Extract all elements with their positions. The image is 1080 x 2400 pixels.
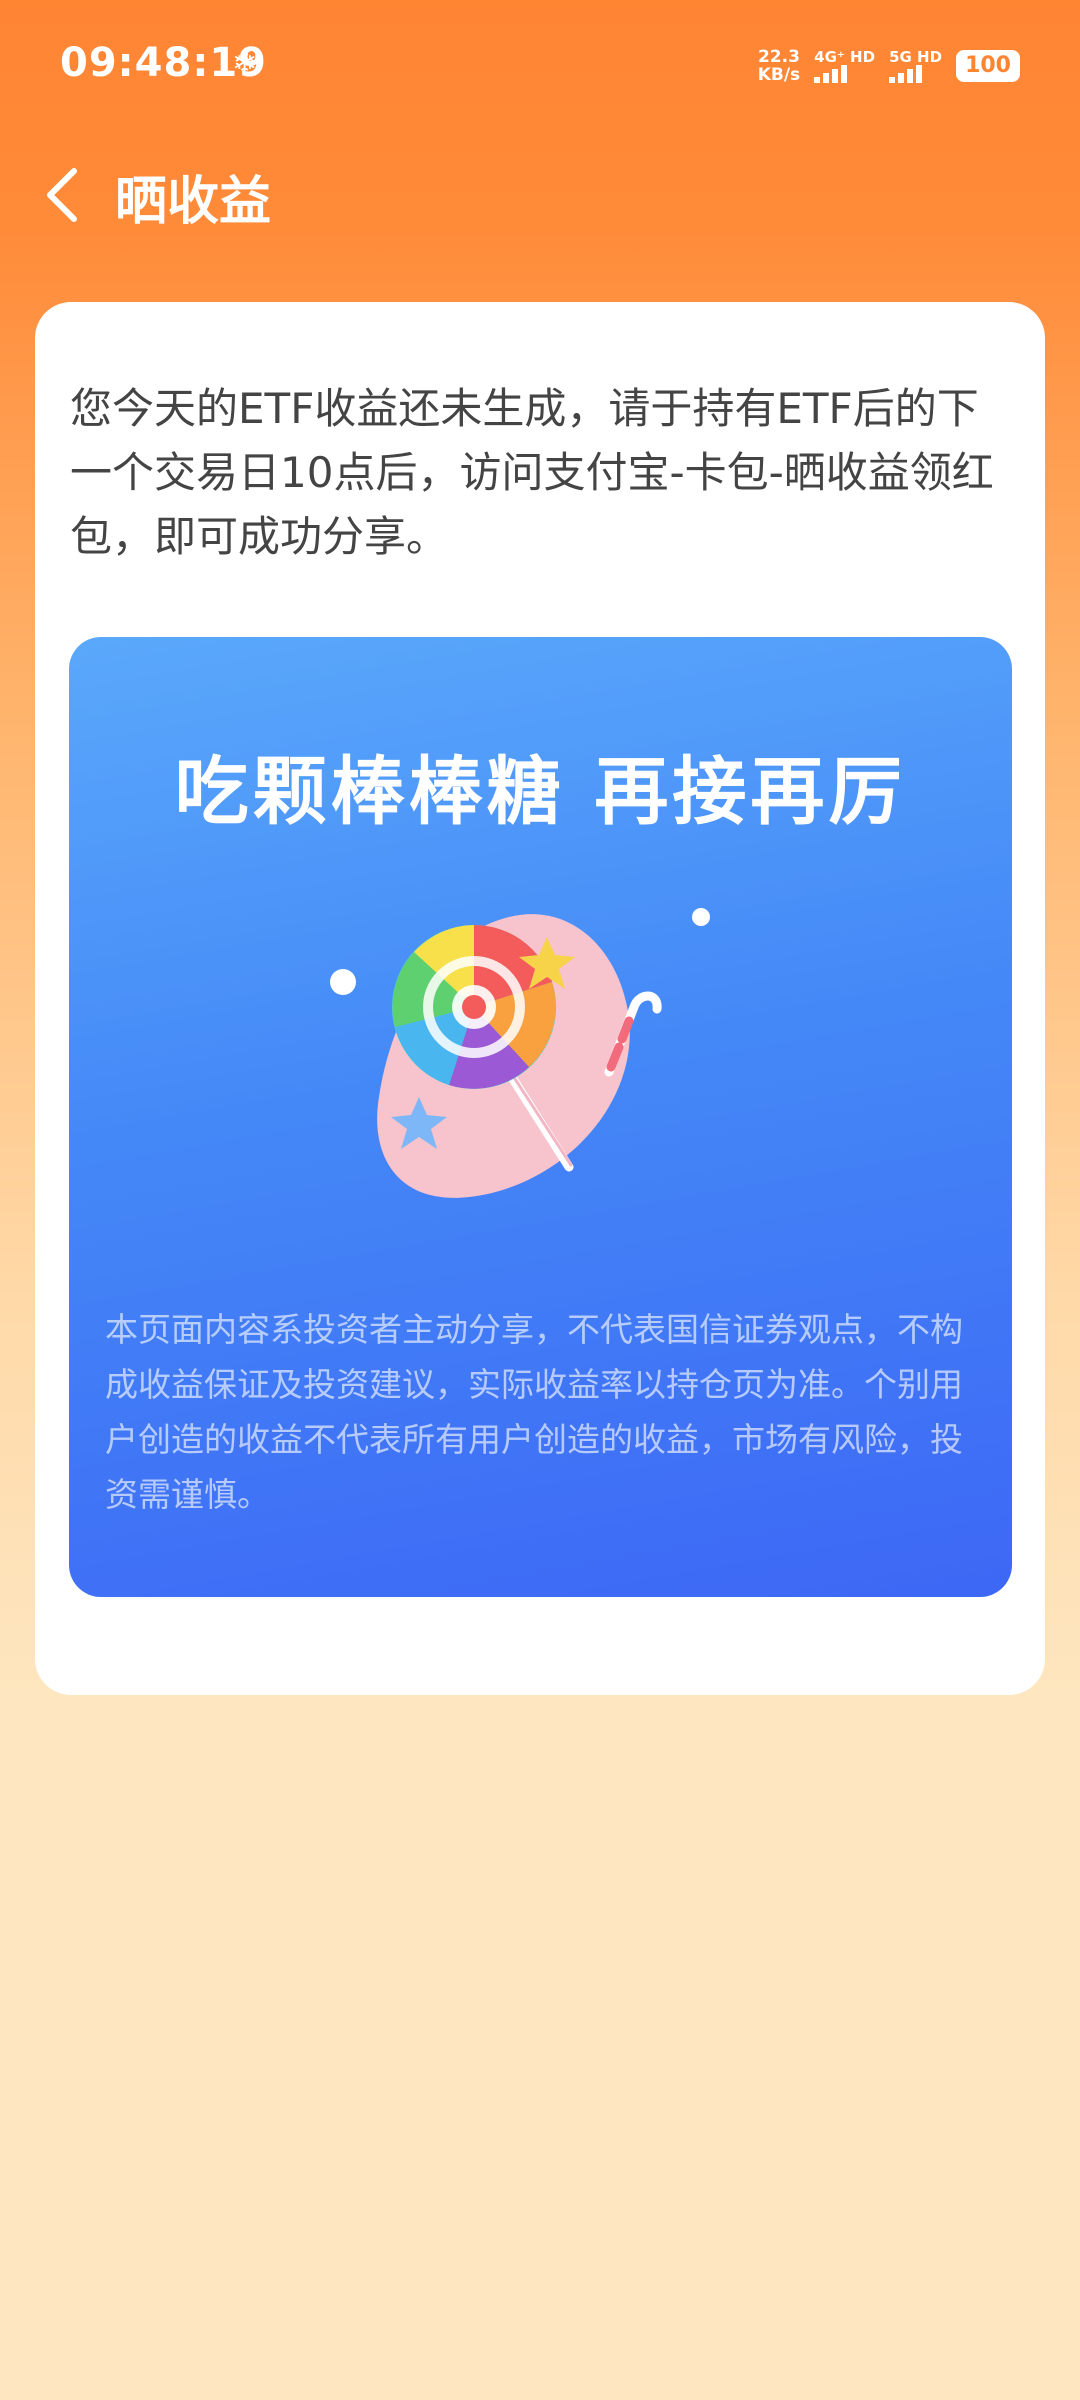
earnings-not-ready-notice: 您今天的ETF收益还未生成，请于持有ETF后的下一个交易日10点后，访问支付宝-…: [70, 384, 994, 561]
poster-title: 吃颗棒棒糖 再接再厉: [174, 749, 907, 835]
status-indicators: 22.3 KB/s 4G⁺ HD 5G HD 100: [758, 46, 1020, 86]
sim1-signal: 4G⁺ HD: [814, 49, 875, 83]
share-earnings-card: 您今天的ETF收益还未生成，请于持有ETF后的下一个交易日10点后，访问支付宝-…: [35, 302, 1045, 1695]
sim1-label: 4G⁺ HD: [814, 48, 876, 66]
risk-disclaimer: 本页面内容系投资者主动分享，不代表国信证券观点，不构成收益保证及投资建议，实际收…: [105, 1310, 963, 1514]
decor-dot: [330, 969, 356, 995]
sim2-signal-icon: [889, 65, 923, 83]
battery-level: 100: [965, 53, 1011, 78]
app-header: 晒收益: [0, 135, 1080, 255]
status-bar: 09:48:19 ❄ 22.3 KB/s 4G⁺ HD 5G HD 100: [0, 0, 1080, 135]
share-poster: 吃颗棒棒糖 再接再厉 本页面内容系投资者主动分享，不代表国信证券观点，不构成收益…: [69, 637, 1012, 1597]
snowflake-icon: ❄: [232, 46, 258, 81]
back-arrow-icon: [47, 168, 77, 222]
battery-icon: 100: [956, 50, 1020, 82]
sim2-label: 5G HD: [889, 48, 943, 66]
network-speed: 22.3 KB/s: [758, 48, 800, 84]
back-button[interactable]: [30, 163, 94, 227]
sim2-signal: 5G HD: [889, 49, 942, 83]
network-speed-value: 22.3: [757, 47, 800, 67]
lollipop-candy: [392, 925, 556, 1089]
lollipop-illustration: [330, 908, 710, 1198]
page-title: 晒收益: [115, 172, 272, 232]
network-speed-unit: KB/s: [757, 65, 801, 85]
sim1-signal-icon: [814, 65, 848, 83]
decor-dot: [692, 908, 710, 926]
